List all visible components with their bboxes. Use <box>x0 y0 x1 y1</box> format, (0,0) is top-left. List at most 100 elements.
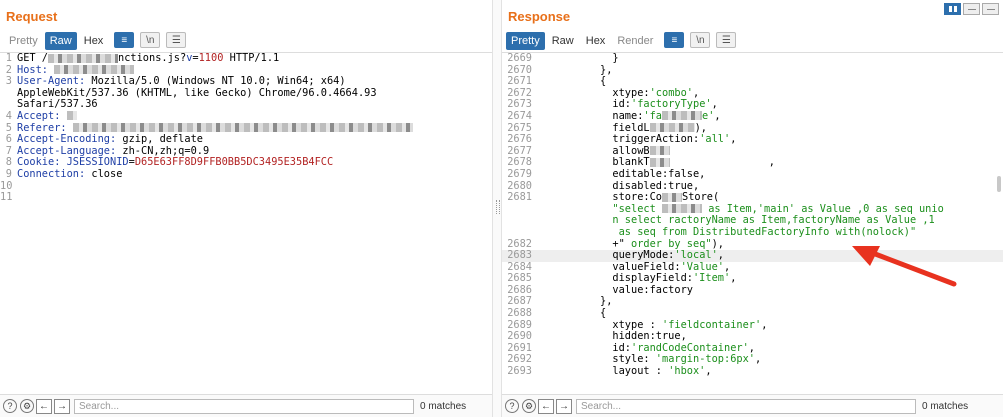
code-token: 'all' <box>699 133 731 146</box>
layout-side-by-side-icon[interactable] <box>944 3 961 15</box>
code-token: Accept-Encoding: <box>17 133 123 146</box>
line-number: 1 <box>5 52 12 64</box>
code-token: JSESSIONID <box>66 156 129 169</box>
line-number: 9 <box>5 167 12 180</box>
redacted-block <box>66 111 77 121</box>
code-token: D65E63FF8D9FFB0BB5DC3495E35B4FCC <box>134 156 334 169</box>
settings-gear-icon[interactable]: ⚙ <box>20 399 34 413</box>
code-token: disabled:true, <box>538 179 700 192</box>
request-tab-raw[interactable]: Raw <box>44 32 77 50</box>
forward-arrow-icon[interactable]: → <box>54 398 70 414</box>
code-token: , <box>711 98 718 111</box>
wrap-lines-icon[interactable]: ≡ <box>114 32 135 48</box>
code-token: nctions.js? <box>118 52 187 64</box>
code-token: 'local' <box>674 249 718 262</box>
code-line: Safari/537.36 <box>0 99 492 111</box>
line-number: 3 <box>5 75 12 88</box>
menu-icon[interactable]: ☰ <box>716 32 737 48</box>
code-token: triggerAction: <box>538 133 700 146</box>
code-token: as Item,'main' as Value ,0 as seq unio <box>702 202 944 215</box>
code-token: layout : <box>538 365 669 378</box>
help-icon[interactable]: ? <box>505 399 519 413</box>
code-line: 1 GET / nctions.js?v=1100 HTTP/1.1 <box>0 52 492 65</box>
code-token: , <box>693 86 700 99</box>
back-arrow-icon[interactable]: ← <box>36 398 52 414</box>
code-token: , <box>705 365 712 378</box>
response-editor[interactable]: 2669 } 2670 }, 2671 {2672 xtype:'combo', 26… <box>502 52 1003 395</box>
newline-toggle[interactable]: \n <box>140 32 161 48</box>
code-token: }, <box>538 295 613 308</box>
code-token: { <box>538 307 607 320</box>
help-icon[interactable]: ? <box>3 399 17 413</box>
code-token: Cookie: <box>17 156 67 169</box>
request-search-input[interactable]: Search... <box>74 398 414 414</box>
request-tab-pretty[interactable]: Pretty <box>4 32 43 50</box>
code-token: value:factory <box>538 283 693 296</box>
request-search-bar: ? ⚙ ← → Search... 0 matches <box>0 394 492 417</box>
wrap-lines-icon[interactable]: ≡ <box>664 32 685 48</box>
response-tab-render[interactable]: Render <box>612 32 658 50</box>
line-number <box>0 88 17 100</box>
code-line: 4 Accept: <box>0 109 492 123</box>
layout-stacked-icon[interactable] <box>963 3 980 15</box>
line-text: Connection: close <box>17 167 123 181</box>
code-token: 'factoryType' <box>631 98 712 111</box>
code-token: , <box>755 353 762 366</box>
code-token: Store( <box>682 191 720 204</box>
response-matches-count: 0 matches <box>922 400 969 412</box>
forward-arrow-icon[interactable]: → <box>556 398 572 414</box>
response-tab-hex[interactable]: Hex <box>581 32 611 50</box>
redacted-block <box>48 53 118 63</box>
code-token: 'randCodeContainer' <box>631 341 749 354</box>
line-number: 2676 <box>507 133 532 146</box>
request-matches-count: 0 matches <box>420 400 467 412</box>
code-token: Safari/537.36 <box>17 98 98 111</box>
pane-divider[interactable] <box>492 0 502 417</box>
response-pane: Response Pretty Raw Hex Render ≡ \n ☰ 26… <box>502 0 1003 417</box>
request-tab-hex[interactable]: Hex <box>79 32 109 50</box>
divider-grip[interactable] <box>496 200 500 214</box>
settings-gear-icon[interactable]: ⚙ <box>522 399 536 413</box>
response-search-input[interactable]: Search... <box>576 398 916 414</box>
line-number <box>502 215 538 227</box>
line-text: layout : 'hbox', <box>538 365 712 378</box>
line-number: 2681 <box>507 191 532 204</box>
code-token: as seq from DistributedFactoryInfo with(… <box>538 225 917 238</box>
code-token: HTTP/1.1 <box>223 52 280 64</box>
redacted-block <box>649 157 670 167</box>
code-token: n select ractoryName as Item,factoryName… <box>538 214 935 227</box>
response-title: Response <box>508 9 571 24</box>
code-token: { <box>538 75 607 88</box>
code-token: store:Co <box>538 191 662 204</box>
code-token: Accept: <box>17 109 67 122</box>
response-tab-raw[interactable]: Raw <box>547 32 579 50</box>
code-token: close <box>91 167 123 180</box>
menu-icon[interactable]: ☰ <box>166 32 187 48</box>
back-arrow-icon[interactable]: ← <box>538 398 554 414</box>
code-token: GET / <box>17 52 48 64</box>
line-number: 4 <box>5 109 12 122</box>
code-token: zh-CN,zh;q=0.9 <box>122 144 210 157</box>
code-token: ), <box>694 121 707 134</box>
code-token: "select <box>538 202 662 215</box>
response-tab-pretty[interactable]: Pretty <box>506 32 545 50</box>
code-token: allowB <box>538 144 650 157</box>
code-token: 'Value' <box>680 260 724 273</box>
vertical-scrollbar[interactable] <box>997 176 1001 192</box>
code-token: , <box>730 133 737 146</box>
layout-switcher <box>944 3 999 15</box>
newline-toggle[interactable]: \n <box>690 32 711 48</box>
code-token: e' <box>702 109 715 122</box>
code-token: , <box>669 156 775 169</box>
code-token: , <box>714 109 721 122</box>
layout-tabs-icon[interactable] <box>982 3 999 15</box>
redacted-block <box>72 123 413 133</box>
code-token: 'fa <box>643 109 662 122</box>
redacted-block <box>649 146 670 156</box>
code-token: name: <box>538 109 644 122</box>
redacted-block <box>662 111 702 121</box>
code-token: xtype: <box>538 86 650 99</box>
code-token: Mozilla/5.0 (Windows NT 10.0; Win64; x64… <box>91 75 346 88</box>
request-editor[interactable]: 1 GET / nctions.js?v=1100 HTTP/1.1 2 Host: 3… <box>0 52 492 395</box>
request-title: Request <box>6 9 58 24</box>
